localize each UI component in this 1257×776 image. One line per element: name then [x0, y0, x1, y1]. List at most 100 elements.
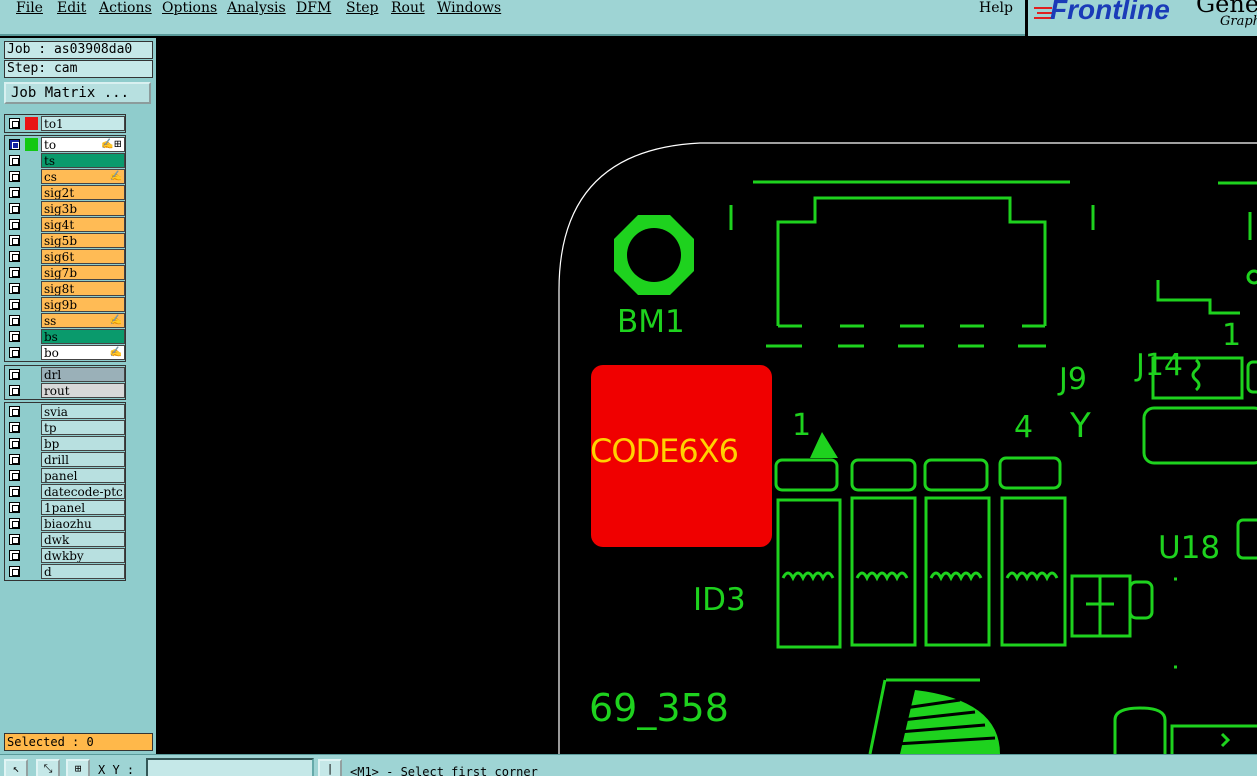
- menu-options[interactable]: Options: [162, 0, 217, 17]
- layer-row[interactable]: cs ✍: [6, 169, 126, 184]
- menu-analysis[interactable]: Analysis: [227, 0, 286, 17]
- label-j14-pin1: 1: [1222, 318, 1242, 353]
- layer-row[interactable]: biaozhu: [6, 516, 126, 531]
- layer-row[interactable]: sig4t: [6, 217, 126, 232]
- grid-tool-button[interactable]: ⊞: [66, 759, 90, 776]
- layer-checkbox[interactable]: [9, 283, 20, 294]
- step-info: Step: cam: [4, 60, 153, 78]
- layer-checkbox[interactable]: [9, 155, 20, 166]
- layer-name: sig8t: [41, 281, 125, 296]
- layer-name: sig6t: [41, 249, 125, 264]
- layer-row[interactable]: svia: [6, 404, 126, 419]
- layer-name: drl: [41, 367, 125, 382]
- layer-row[interactable]: ss ✍: [6, 313, 126, 328]
- menu-actions[interactable]: Actions: [99, 0, 152, 17]
- label-u18: U18: [1158, 530, 1221, 566]
- layer-row[interactable]: ts: [6, 153, 126, 168]
- menu-help[interactable]: Help: [979, 0, 1013, 17]
- layer-checkbox[interactable]: [9, 203, 20, 214]
- layer-checkbox[interactable]: [9, 299, 20, 310]
- layer-name: sig2t: [41, 185, 125, 200]
- layer-row[interactable]: panel: [6, 468, 126, 483]
- layer-row[interactable]: bs: [6, 329, 126, 344]
- layer-checkbox[interactable]: [9, 219, 20, 230]
- menu-actions-label: Actions: [99, 0, 152, 16]
- layer-checkbox[interactable]: [9, 438, 20, 449]
- layer-row[interactable]: dwkby: [6, 548, 126, 563]
- layer-row[interactable]: drill: [6, 452, 126, 467]
- layer-row[interactable]: tp: [6, 420, 126, 435]
- layer-name: drill: [41, 452, 125, 467]
- menu-step[interactable]: Step: [346, 0, 378, 17]
- layer-checkbox[interactable]: [9, 385, 20, 396]
- graphic-canvas[interactable]: BM1 CODE6X6 ID3 69_358 1 4 J9 Y J14 1 U1…: [156, 38, 1257, 754]
- layer-checkbox[interactable]: [9, 187, 20, 198]
- menu-bar: File Edit Actions Options Analysis DFM S…: [0, 0, 1025, 36]
- menu-dfm[interactable]: DFM: [296, 0, 331, 17]
- layer-name: rout: [41, 383, 125, 398]
- layer-row[interactable]: sig5b: [6, 233, 126, 248]
- layer-row[interactable]: to1: [6, 116, 126, 131]
- layer-checkbox[interactable]: [9, 486, 20, 497]
- menu-windows-label: Windows: [437, 0, 502, 16]
- layer-checkbox[interactable]: [9, 347, 20, 358]
- xy-input[interactable]: [146, 758, 314, 776]
- layer-row[interactable]: drl: [6, 367, 126, 382]
- layer-checkbox[interactable]: [9, 251, 20, 262]
- layer-checkbox[interactable]: [9, 470, 20, 481]
- layer-row[interactable]: to ✍⊞: [6, 137, 126, 152]
- layer-checkbox[interactable]: [9, 118, 20, 129]
- layer-row[interactable]: sig9b: [6, 297, 126, 312]
- job-matrix-button[interactable]: Job Matrix ...: [4, 82, 151, 104]
- layer-checkbox[interactable]: [9, 139, 20, 150]
- layer-color-swatch: [25, 138, 38, 151]
- snap-tool-button[interactable]: ⤡: [36, 759, 60, 776]
- layer-name: biaozhu: [41, 516, 125, 531]
- menu-rout-label: Rout: [391, 0, 425, 16]
- pause-button[interactable]: |: [318, 759, 342, 776]
- menu-windows[interactable]: Windows: [437, 0, 501, 17]
- layer-row[interactable]: bo ✍: [6, 345, 126, 360]
- label-j9: J9: [1059, 362, 1087, 397]
- layer-list-drill: drl rout: [4, 365, 126, 400]
- layer-name: to ✍⊞: [41, 137, 125, 152]
- layer-checkbox[interactable]: [9, 315, 20, 326]
- menu-step-label: Step: [346, 0, 379, 16]
- layer-name: sig4t: [41, 217, 125, 232]
- layer-row[interactable]: sig8t: [6, 281, 126, 296]
- layer-checkbox[interactable]: [9, 406, 20, 417]
- layer-name: to1: [41, 116, 125, 131]
- menu-file[interactable]: File: [16, 0, 43, 17]
- layer-name: dwk: [41, 532, 125, 547]
- layer-row[interactable]: sig6t: [6, 249, 126, 264]
- layer-checkbox[interactable]: [9, 331, 20, 342]
- layer-edit-icon: ✍⊞: [101, 139, 122, 150]
- layer-row[interactable]: dwk: [6, 532, 126, 547]
- layer-row[interactable]: d: [6, 564, 126, 579]
- layer-checkbox[interactable]: [9, 566, 20, 577]
- layer-row[interactable]: 1panel: [6, 500, 126, 515]
- layer-checkbox[interactable]: [9, 369, 20, 380]
- layer-name: bo ✍: [41, 345, 125, 360]
- menu-edit[interactable]: Edit: [57, 0, 86, 17]
- layer-checkbox[interactable]: [9, 422, 20, 433]
- layer-row[interactable]: sig3b: [6, 201, 126, 216]
- layer-row[interactable]: rout: [6, 383, 126, 398]
- layer-checkbox[interactable]: [9, 171, 20, 182]
- layer-checkbox[interactable]: [9, 550, 20, 561]
- layer-checkbox[interactable]: [9, 454, 20, 465]
- layer-checkbox[interactable]: [9, 518, 20, 529]
- layer-row[interactable]: bp: [6, 436, 126, 451]
- layer-checkbox[interactable]: [9, 534, 20, 545]
- layer-name: ss ✍: [41, 313, 125, 328]
- layer-checkbox[interactable]: [9, 267, 20, 278]
- menu-edit-label: Edit: [57, 0, 87, 16]
- layer-row[interactable]: sig7b: [6, 265, 126, 280]
- menu-rout[interactable]: Rout: [391, 0, 425, 17]
- layer-name: sig5b: [41, 233, 125, 248]
- layer-row[interactable]: sig2t: [6, 185, 126, 200]
- layer-row[interactable]: datecode-ptc: [6, 484, 126, 499]
- select-tool-button[interactable]: ↖: [4, 759, 28, 776]
- layer-checkbox[interactable]: [9, 502, 20, 513]
- layer-checkbox[interactable]: [9, 235, 20, 246]
